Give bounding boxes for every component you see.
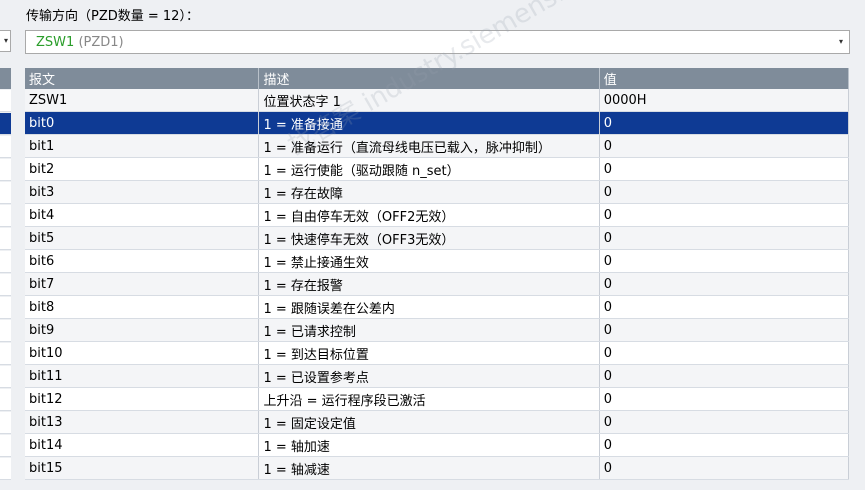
cell-value: 0 xyxy=(599,272,850,296)
left-panel-edge: ▾ xyxy=(0,0,14,490)
cell-value: 0 xyxy=(599,456,850,480)
table-header-row: 报文 描述 值 xyxy=(25,68,850,89)
cell-description: 1 = 准备接通 xyxy=(258,111,600,135)
cell-telegram: bit1 xyxy=(25,134,260,158)
cell-telegram: bit2 xyxy=(25,157,260,181)
cell-description: 1 = 轴减速 xyxy=(258,456,600,480)
left-table-row-edge xyxy=(0,297,11,319)
cell-telegram: ZSW1 xyxy=(25,89,260,112)
table-row[interactable]: bit15 1 = 轴减速 0 xyxy=(25,456,850,480)
table-row[interactable]: bit1 1 = 准备运行（直流母线电压已载入，脉冲抑制） 0 xyxy=(25,134,850,158)
table-row[interactable]: bit3 1 = 存在故障 0 xyxy=(25,180,850,204)
cell-description: 1 = 准备运行（直流母线电压已载入，脉冲抑制） xyxy=(258,134,600,158)
left-table-row-edge xyxy=(0,458,11,480)
table-row[interactable]: bit12 上升沿 = 运行程序段已激活 0 xyxy=(25,387,850,411)
table-row[interactable]: bit13 1 = 固定设定值 0 xyxy=(25,410,850,434)
cell-telegram: bit4 xyxy=(25,203,260,227)
cell-value: 0 xyxy=(599,318,850,342)
left-table-row-edge xyxy=(0,136,11,158)
cell-telegram: bit13 xyxy=(25,410,260,434)
chevron-down-icon[interactable]: ▾ xyxy=(833,31,849,53)
cell-telegram: bit9 xyxy=(25,318,260,342)
cell-value: 0000H xyxy=(599,89,850,112)
table-row[interactable]: ZSW1 位置状态字 1 0000H xyxy=(25,89,850,112)
cell-description: 上升沿 = 运行程序段已激活 xyxy=(258,387,600,411)
word-select-dropdown[interactable]: ZSW1 (PZD1) ▾ xyxy=(25,30,850,54)
left-dropdown-edge[interactable]: ▾ xyxy=(0,30,11,52)
cell-description: 1 = 自由停车无效（OFF2无效） xyxy=(258,203,600,227)
cell-telegram: bit12 xyxy=(25,387,260,411)
cell-value: 0 xyxy=(599,410,850,434)
cell-description: 1 = 固定设定值 xyxy=(258,410,600,434)
cell-value: 0 xyxy=(599,249,850,273)
table-row[interactable]: bit2 1 = 运行使能（驱动跟随 n_set） 0 xyxy=(25,157,850,181)
cell-description: 位置状态字 1 xyxy=(258,89,600,112)
cell-description: 1 = 存在故障 xyxy=(258,180,600,204)
cell-telegram: bit11 xyxy=(25,364,260,388)
cell-value: 0 xyxy=(599,295,850,319)
table-row[interactable]: bit7 1 = 存在报警 0 xyxy=(25,272,850,296)
cell-description: 1 = 存在报警 xyxy=(258,272,600,296)
left-table-row-edge xyxy=(0,182,11,204)
cell-value: 0 xyxy=(599,111,850,135)
left-table-header-edge xyxy=(0,68,11,89)
column-header-value[interactable]: 值 xyxy=(599,68,850,89)
left-table-row-edge xyxy=(0,366,11,388)
cell-telegram: bit7 xyxy=(25,272,260,296)
cell-value: 0 xyxy=(599,180,850,204)
left-table-row-edge xyxy=(0,343,11,365)
status-word-table: 报文 描述 值 ZSW1 位置状态字 1 0000H bit0 1 = 准备接通 0 bit… xyxy=(25,68,850,480)
column-header-description[interactable]: 描述 xyxy=(258,68,600,89)
column-header-telegram[interactable]: 报文 xyxy=(25,68,260,89)
cell-telegram: bit6 xyxy=(25,249,260,273)
table-row[interactable]: bit9 1 = 已请求控制 0 xyxy=(25,318,850,342)
chevron-down-icon: ▾ xyxy=(3,36,8,45)
cell-description: 1 = 禁止接通生效 xyxy=(258,249,600,273)
cell-description: 1 = 已设置参考点 xyxy=(258,364,600,388)
left-table-row-edge xyxy=(0,113,11,135)
left-table-row-edge xyxy=(0,435,11,457)
cell-value: 0 xyxy=(599,364,850,388)
left-table-row-edge xyxy=(0,228,11,250)
left-table-row-edge xyxy=(0,205,11,227)
dropdown-selected-value: ZSW1 (PZD1) xyxy=(36,35,124,50)
transfer-direction-title: 传输方向（PZD数量 = 12）： xyxy=(26,9,199,24)
table-row[interactable]: bit8 1 = 跟随误差在公差内 0 xyxy=(25,295,850,319)
cell-telegram: bit10 xyxy=(25,341,260,365)
left-table-row-edge xyxy=(0,274,11,296)
table-row[interactable]: bit10 1 = 到达目标位置 0 xyxy=(25,341,850,365)
cell-value: 0 xyxy=(599,134,850,158)
cell-telegram: bit14 xyxy=(25,433,260,457)
left-table-row-edge xyxy=(0,90,11,112)
left-table-row-edge xyxy=(0,412,11,434)
cell-value: 0 xyxy=(599,341,850,365)
cell-description: 1 = 轴加速 xyxy=(258,433,600,457)
cell-description: 1 = 已请求控制 xyxy=(258,318,600,342)
left-table-row-edge xyxy=(0,159,11,181)
cell-telegram: bit8 xyxy=(25,295,260,319)
cell-telegram: bit3 xyxy=(25,180,260,204)
table-row[interactable]: bit5 1 = 快速停车无效（OFF3无效） 0 xyxy=(25,226,850,250)
cell-value: 0 xyxy=(599,226,850,250)
cell-description: 1 = 跟随误差在公差内 xyxy=(258,295,600,319)
cell-value: 0 xyxy=(599,387,850,411)
cell-telegram: bit0 xyxy=(25,111,260,135)
cell-value: 0 xyxy=(599,203,850,227)
left-table-row-edge xyxy=(0,389,11,411)
cell-value: 0 xyxy=(599,157,850,181)
table-row[interactable]: bit11 1 = 已设置参考点 0 xyxy=(25,364,850,388)
cell-telegram: bit15 xyxy=(25,456,260,480)
cell-value: 0 xyxy=(599,433,850,457)
table-row[interactable]: bit0 1 = 准备接通 0 xyxy=(25,111,850,135)
left-table-row-edge xyxy=(0,251,11,273)
table-row[interactable]: bit6 1 = 禁止接通生效 0 xyxy=(25,249,850,273)
table-row[interactable]: bit14 1 = 轴加速 0 xyxy=(25,433,850,457)
cell-description: 1 = 到达目标位置 xyxy=(258,341,600,365)
cell-telegram: bit5 xyxy=(25,226,260,250)
cell-description: 1 = 快速停车无效（OFF3无效） xyxy=(258,226,600,250)
cell-description: 1 = 运行使能（驱动跟随 n_set） xyxy=(258,157,600,181)
table-row[interactable]: bit4 1 = 自由停车无效（OFF2无效） 0 xyxy=(25,203,850,227)
left-table-row-edge xyxy=(0,320,11,342)
